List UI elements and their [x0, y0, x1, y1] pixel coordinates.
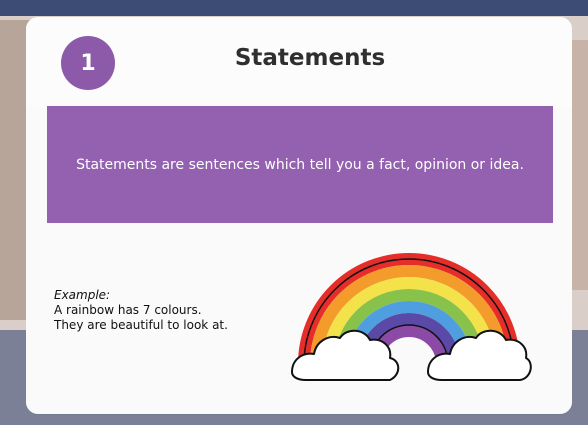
definition-box: Statements are sentences which tell you …: [47, 106, 553, 223]
slide-number-badge: 1: [61, 36, 115, 90]
example-block: Example: A rainbow has 7 colours. They a…: [54, 288, 284, 333]
slide-title: Statements: [234, 45, 386, 71]
rainbow-with-clouds-icon: [291, 253, 532, 381]
background-top-strip: [0, 0, 588, 16]
example-label: Example:: [54, 288, 111, 302]
background-shelf-right: [570, 40, 588, 290]
example-line-2: They are beautiful to look at.: [54, 318, 228, 332]
example-line-1: A rainbow has 7 colours.: [54, 303, 202, 317]
definition-text: Statements are sentences which tell you …: [76, 156, 524, 173]
